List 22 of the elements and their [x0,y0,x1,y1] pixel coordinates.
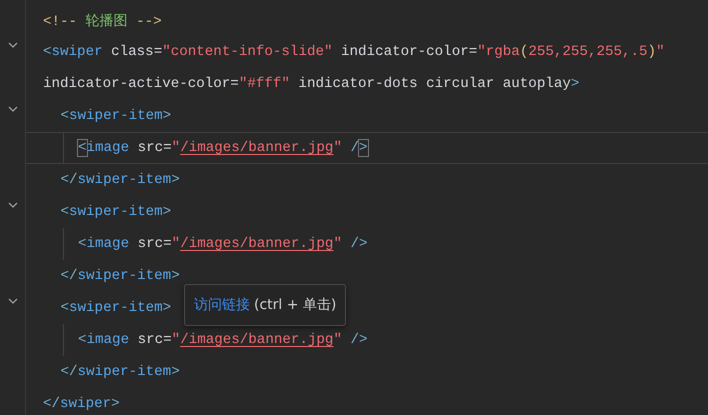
code-line: <image src="/images/banner.jpg" /> [78,140,368,156]
chevron-down-icon[interactable] [8,298,18,305]
tooltip-link[interactable]: 访问链接 [194,296,250,314]
code-line: </swiper-item> [60,172,180,188]
chevron-down-icon[interactable] [8,106,18,113]
code-line: <swiper-item> [60,204,172,220]
code-line: <swiper-item> [60,300,172,316]
chevron-down-icon[interactable] [8,42,18,49]
file-link[interactable]: /images/banner.jpg [180,332,334,348]
code-line: <swiper class="content-info-slide" indicator-color="rgba(255,255,255,.5)" [43,44,665,60]
code-line: <image src="/images/banner.jpg" /> [78,332,368,348]
code-line: </swiper> [43,396,120,412]
file-link[interactable]: /images/banner.jpg [180,140,334,156]
file-link[interactable]: /images/banner.jpg [180,236,334,252]
code-line: <image src="/images/banner.jpg" /> [78,236,368,252]
code-line: </swiper-item> [60,268,180,284]
tooltip-hint: (ctrl + 单击) [254,296,336,314]
code-line: </swiper-item> [60,364,180,380]
code-line: indicator-active-color="#fff" indicator-dots circular autoplay> [43,76,580,92]
code-line: <swiper-item> [60,108,172,124]
chevron-down-icon[interactable] [8,202,18,209]
code-line: <!-- 轮播图 --> [43,12,162,30]
